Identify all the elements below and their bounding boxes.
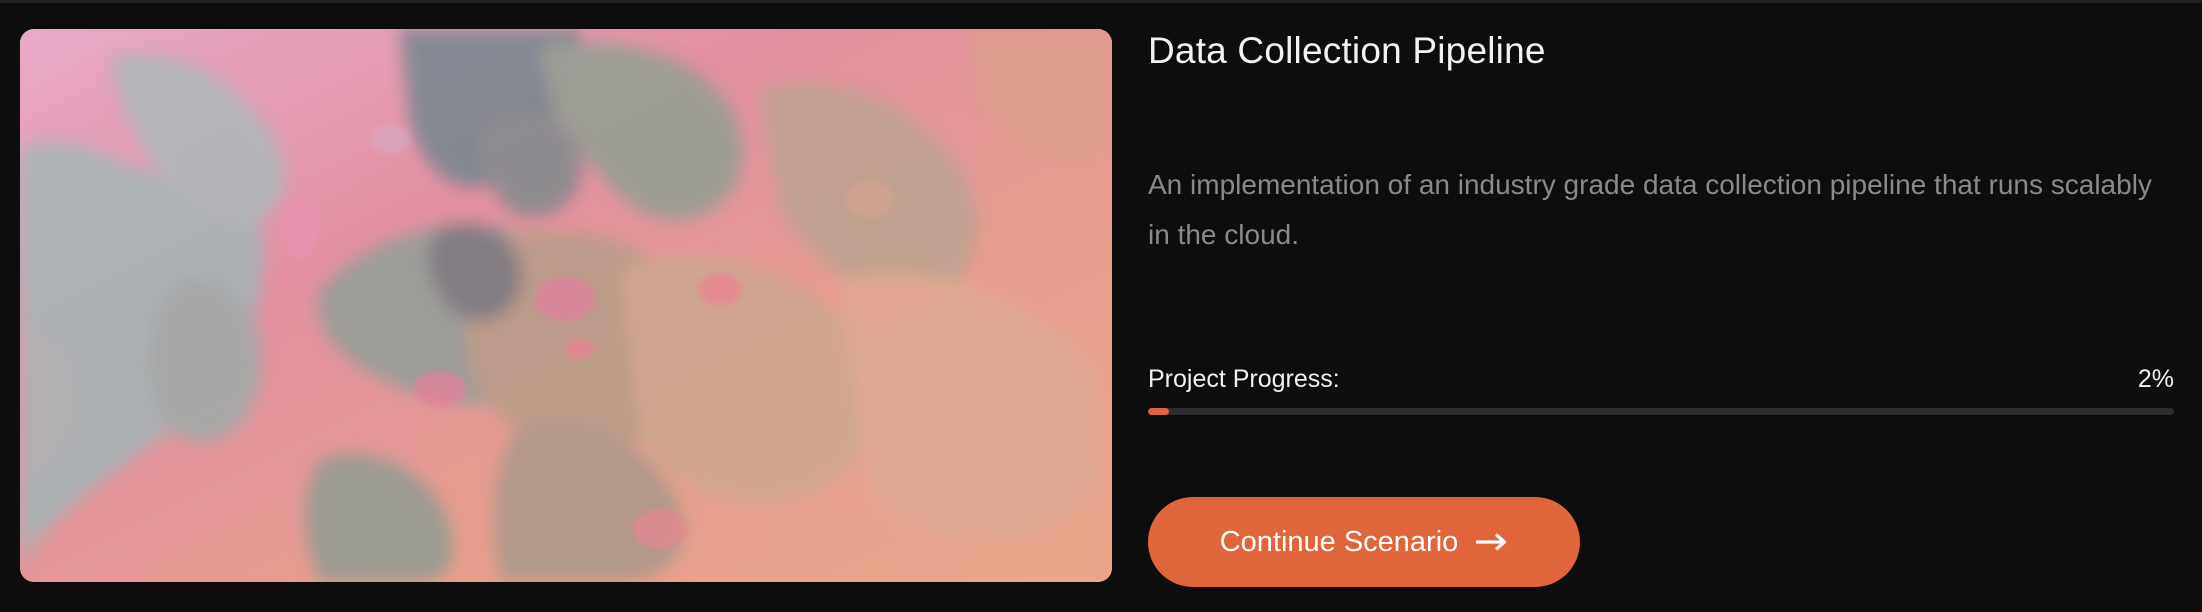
continue-scenario-label: Continue Scenario xyxy=(1219,525,1459,558)
project-title: Data Collection Pipeline xyxy=(1148,30,1546,71)
progress-label: Project Progress: xyxy=(1148,365,1340,393)
project-thumbnail xyxy=(20,29,1112,582)
project-info: Data Collection Pipeline An implementati… xyxy=(1148,0,2174,612)
continue-scenario-button[interactable]: Continue Scenario xyxy=(1148,497,1580,587)
arrow-right-icon xyxy=(1476,533,1508,551)
progress-bar xyxy=(1148,408,2174,415)
progress-bar-fill xyxy=(1148,408,1169,415)
progress-percentage: 2% xyxy=(2137,365,2174,393)
project-description: An implementation of an industry grade d… xyxy=(1148,169,2152,250)
project-card: Data Collection Pipeline An implementati… xyxy=(0,0,2202,612)
fluid-art-image xyxy=(20,29,1112,582)
